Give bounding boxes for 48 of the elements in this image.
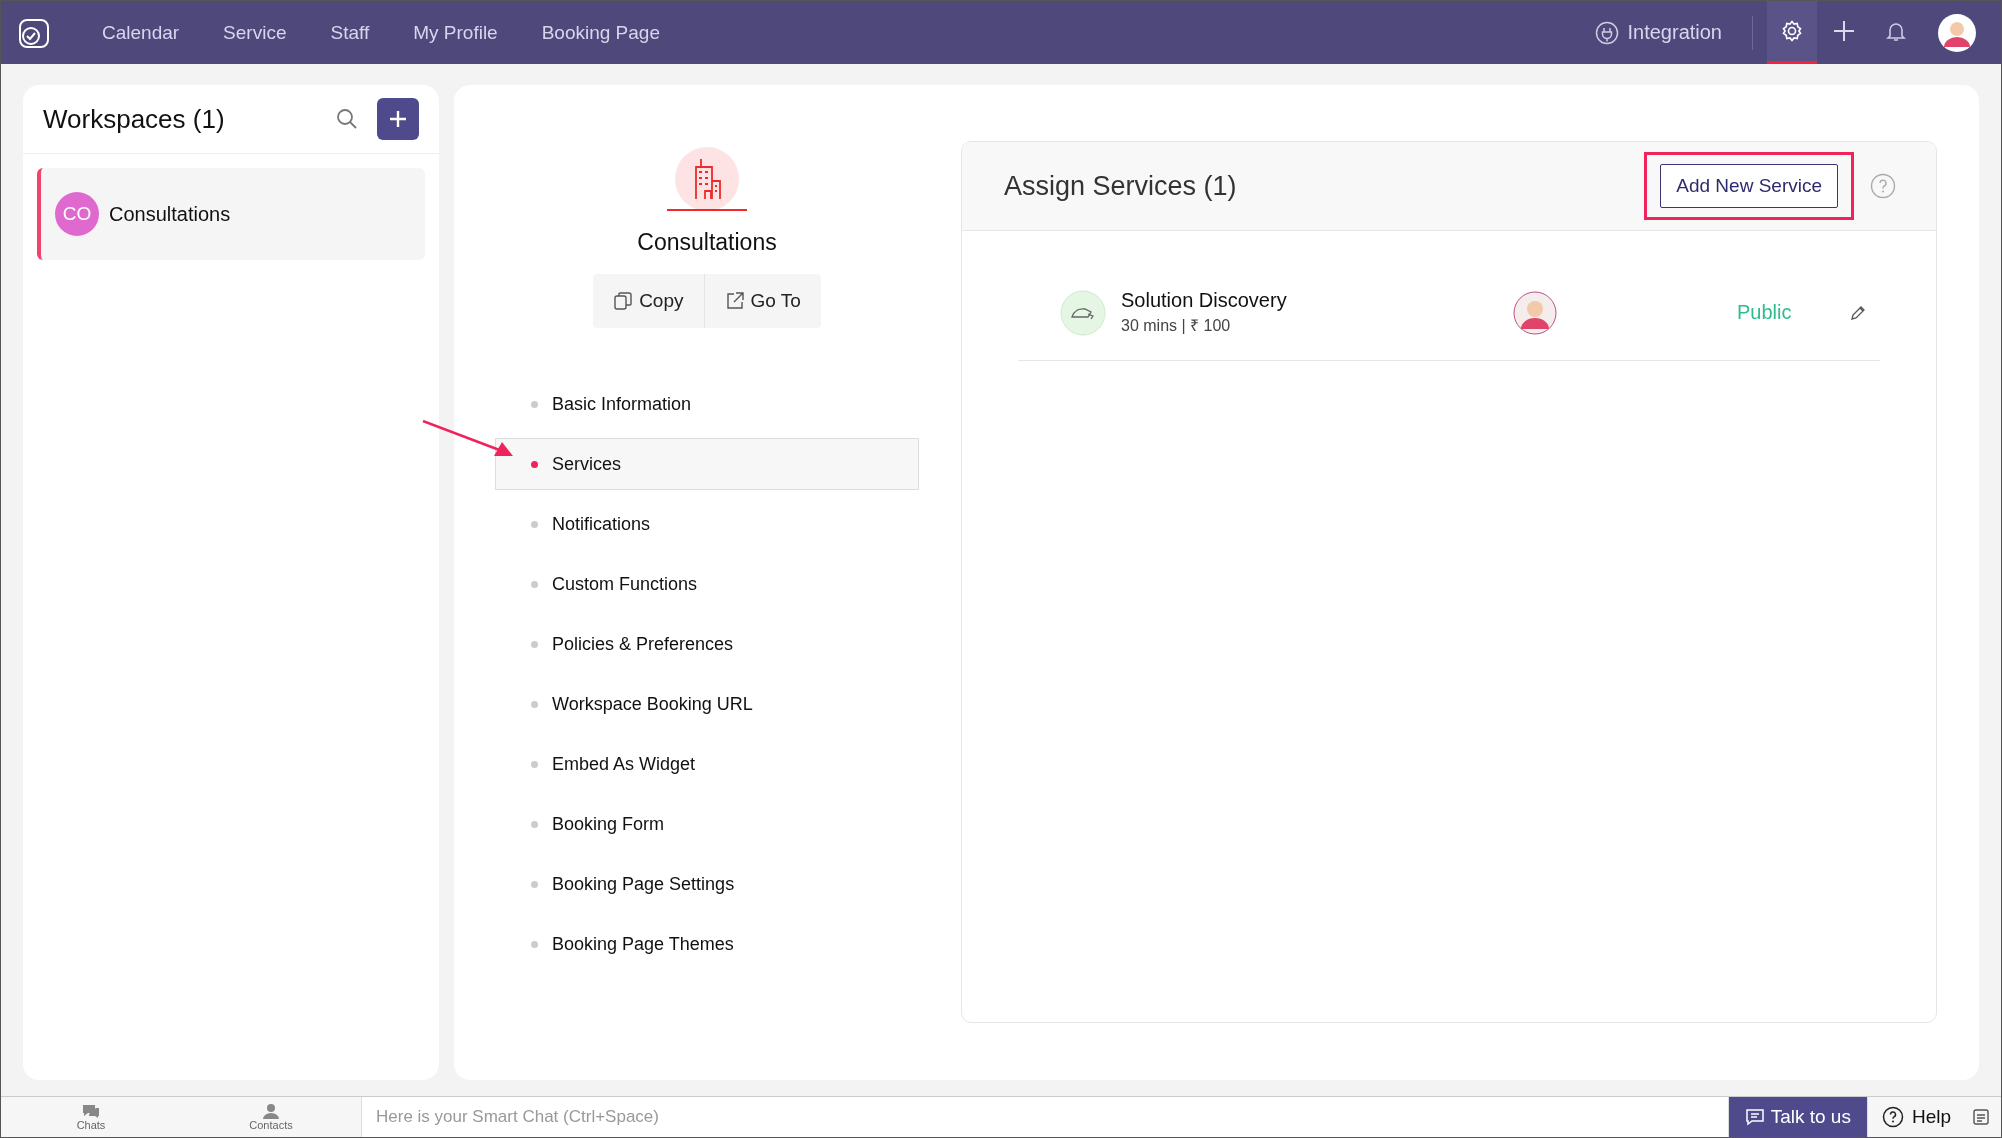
settings-menu-item[interactable]: Workspace Booking URL bbox=[495, 678, 919, 730]
settings-menu-item[interactable]: Embed As Widget bbox=[495, 738, 919, 790]
chat-bubbles-icon bbox=[81, 1103, 101, 1119]
settings-icon[interactable] bbox=[1767, 1, 1817, 64]
nav-link[interactable]: Calendar bbox=[102, 21, 180, 44]
panel-title: Workspaces (1) bbox=[43, 103, 226, 135]
chat-icon bbox=[1744, 1108, 1765, 1126]
workspace-avatar: CO bbox=[55, 192, 99, 236]
go-to-button[interactable]: Go To bbox=[703, 274, 821, 328]
add-new-service-button[interactable]: Add New Service bbox=[1660, 164, 1838, 208]
building-icon bbox=[667, 145, 747, 211]
notes-icon[interactable] bbox=[1971, 1107, 1991, 1127]
visibility-status: Public bbox=[1737, 301, 1793, 324]
add-workspace-button[interactable] bbox=[377, 98, 419, 140]
service-name: Solution Discovery bbox=[1121, 289, 1288, 312]
settings-menu-item[interactable]: Booking Page Settings bbox=[495, 858, 919, 910]
settings-menu-item[interactable]: Basic Information bbox=[495, 378, 919, 430]
staff-avatar-icon bbox=[1513, 290, 1557, 335]
search-icon[interactable] bbox=[335, 107, 359, 131]
integration-link[interactable]: Integration bbox=[1595, 20, 1722, 45]
person-icon bbox=[262, 1103, 280, 1119]
nav-link[interactable]: My Profile bbox=[413, 21, 498, 44]
nav-link[interactable]: Service bbox=[223, 21, 287, 44]
user-avatar-icon[interactable] bbox=[1937, 12, 1977, 53]
chats-tab[interactable]: Chats bbox=[1, 1097, 181, 1137]
settings-menu-item[interactable]: Policies & Preferences bbox=[495, 618, 919, 670]
contacts-tab[interactable]: Contacts bbox=[181, 1097, 361, 1137]
plug-icon bbox=[1595, 20, 1620, 45]
nav-link[interactable]: Staff bbox=[330, 21, 370, 44]
workspace-title: Consultations bbox=[637, 229, 777, 256]
plus-icon bbox=[387, 108, 409, 130]
settings-menu-item[interactable]: Custom Functions bbox=[495, 558, 919, 610]
help-icon bbox=[1881, 1106, 1904, 1128]
nav-link[interactable]: Booking Page bbox=[541, 21, 660, 44]
external-link-icon bbox=[724, 291, 745, 311]
workspace-name: Consultations bbox=[109, 202, 231, 226]
smart-chat-field[interactable]: Here is your Smart Chat (Ctrl+Space) bbox=[361, 1097, 1729, 1137]
settings-menu-item[interactable]: Services bbox=[495, 438, 919, 490]
workspace-item[interactable]: CO Consultations bbox=[37, 168, 425, 260]
copy-icon bbox=[613, 291, 634, 311]
cap-icon bbox=[1060, 289, 1106, 336]
card-title: Assign Services (1) bbox=[1004, 170, 1238, 202]
settings-menu-item[interactable]: Notifications bbox=[495, 498, 919, 550]
service-details: 30 mins | ₹ 100 bbox=[1121, 316, 1232, 336]
talk-to-us-button[interactable]: Talk to us bbox=[1728, 1097, 1867, 1137]
settings-menu-item[interactable]: Booking Form bbox=[495, 798, 919, 850]
copy-button[interactable]: Copy bbox=[593, 274, 704, 328]
settings-menu-item[interactable]: Booking Page Themes bbox=[495, 918, 919, 970]
